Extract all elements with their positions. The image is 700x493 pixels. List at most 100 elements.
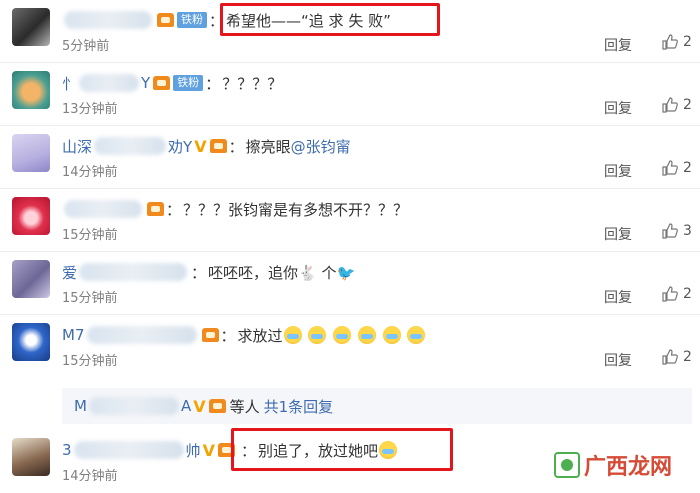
username-suffix[interactable]: 劝Y (168, 136, 192, 157)
colon: ： (205, 74, 221, 93)
username[interactable]: M7 (62, 326, 85, 344)
username[interactable]: M (74, 397, 87, 415)
colon: ： (220, 326, 236, 345)
vip-crown-icon (157, 13, 174, 27)
avatar[interactable] (12, 134, 50, 172)
colon: ： (191, 263, 207, 282)
blurred-username (88, 397, 179, 415)
avatar[interactable] (12, 323, 50, 361)
vip-crown-icon (201, 328, 219, 342)
thumbs-up-icon (662, 223, 678, 239)
sub-reply-summary[interactable]: M A V 等人 共1条回复 (62, 388, 692, 424)
blurred-username (64, 200, 142, 218)
fan-badge: 铁粉 (173, 75, 204, 91)
username-suffix[interactable]: A (181, 397, 191, 415)
thumbs-up-icon (662, 286, 678, 302)
like-button[interactable]: 3 (662, 223, 692, 239)
comment-line: M7 ： 求放过 (62, 323, 426, 347)
comment-item: ： ？？？张钧甯是有多想不开？？？ 15分钟前 回复 3 (0, 189, 700, 252)
blurred-username (79, 74, 140, 92)
reply-button[interactable]: 回复 (604, 161, 632, 181)
like-button[interactable]: 2 (662, 286, 692, 302)
like-count: 2 (683, 160, 692, 176)
avatar[interactable] (12, 260, 50, 298)
comment-item: 山深 劝Y V ： 擦亮眼 @张钧甯 14分钟前 回复 2 (0, 126, 700, 189)
comment-text: 呸呸呸，追你🐇 个🐦 (208, 263, 356, 282)
like-count: 2 (683, 34, 692, 50)
crying-emoji-icon (283, 326, 302, 345)
vip-crown-icon (147, 202, 164, 216)
comment-line: 爱 ： 呸呸呸，追你🐇 个🐦 (62, 260, 355, 284)
username-suffix[interactable]: Y (141, 74, 150, 92)
comment-text: ？？？？ (222, 74, 283, 93)
blurred-username (79, 263, 188, 281)
comment-text: 擦亮眼 (245, 137, 291, 156)
comment-text: 求放过 (237, 326, 283, 345)
comment-item: 忄 Y 铁粉 ： ？？？？ 13分钟前 回复 2 (0, 63, 700, 126)
comment-time: 14分钟前 (62, 165, 118, 180)
blurred-username (94, 137, 167, 155)
avatar[interactable] (12, 71, 50, 109)
avatar[interactable] (12, 438, 50, 476)
reply-button[interactable]: 回复 (604, 224, 632, 244)
reply-button[interactable]: 回复 (604, 35, 632, 55)
comment-time: 14分钟前 (62, 469, 118, 484)
vip-crown-icon (217, 443, 235, 457)
mention-link[interactable]: @张钧甯 (291, 136, 351, 157)
comment-time: 15分钟前 (62, 354, 118, 369)
v-verified-icon: V (194, 136, 207, 156)
colon: ： (166, 200, 182, 219)
comment-line: 忄 Y 铁粉 ： ？？？？ (62, 71, 282, 95)
comment-time: 15分钟前 (62, 228, 118, 243)
like-button[interactable]: 2 (662, 34, 692, 50)
sub-reply-text: 等人 (229, 397, 260, 416)
comment-time: 13分钟前 (62, 102, 118, 117)
crying-emoji-icon (407, 326, 426, 345)
view-replies-link[interactable]: 共1条回复 (264, 396, 334, 417)
reply-button[interactable]: 回复 (604, 98, 632, 118)
comment-time: 5分钟前 (62, 39, 110, 54)
username[interactable]: 3 (62, 441, 72, 459)
colon: ： (228, 137, 244, 156)
username[interactable]: 爱 (62, 262, 77, 283)
avatar[interactable] (12, 8, 50, 46)
like-count: 2 (683, 349, 692, 365)
colon: ： (240, 441, 256, 460)
like-button[interactable]: 2 (662, 349, 692, 365)
like-button[interactable]: 2 (662, 97, 692, 113)
like-count: 2 (683, 286, 692, 302)
watermark: 广西龙网 (553, 449, 672, 481)
v-verified-icon: V (193, 396, 206, 416)
comment-line: 3 帅 V ： 别追了，放过她吧 (62, 438, 398, 462)
vip-crown-icon (153, 76, 171, 90)
crying-emoji-icon (308, 326, 327, 345)
like-count: 2 (683, 97, 692, 113)
comment-text: ？？？张钧甯是有多想不开？？？ (183, 200, 409, 219)
like-button[interactable]: 2 (662, 160, 692, 176)
blurred-username (86, 326, 197, 344)
avatar[interactable] (12, 197, 50, 235)
like-count: 3 (683, 223, 692, 239)
thumbs-up-icon (662, 34, 678, 50)
reply-button[interactable]: 回复 (604, 350, 632, 370)
comment-time: 15分钟前 (62, 291, 118, 306)
crying-emoji-icon (357, 326, 376, 345)
comment-item: M7 ： 求放过 15分钟前 回复 2 (0, 315, 700, 378)
username[interactable]: 山深 (62, 136, 92, 157)
reply-button[interactable]: 回复 (604, 287, 632, 307)
comment-text: 希望他——“追 求 失 败” (226, 11, 391, 30)
comment-text: 别追了，放过她吧 (257, 441, 378, 460)
username-suffix[interactable]: 帅 (186, 440, 201, 461)
fan-badge: 铁粉 (177, 12, 207, 28)
blurred-username (73, 441, 184, 459)
surprised-emoji-icon (378, 441, 397, 459)
crying-emoji-icon (333, 326, 352, 345)
thumbs-up-icon (662, 349, 678, 365)
comment-item: 爱 ： 呸呸呸，追你🐇 个🐦 15分钟前 回复 2 (0, 252, 700, 315)
username[interactable]: 忄 (62, 73, 77, 94)
vip-crown-icon (209, 139, 227, 153)
crying-emoji-icon (382, 326, 401, 345)
comment-line: 山深 劝Y V ： 擦亮眼 @张钧甯 (62, 134, 351, 158)
thumbs-up-icon (662, 160, 678, 176)
colon: ： (209, 11, 225, 30)
